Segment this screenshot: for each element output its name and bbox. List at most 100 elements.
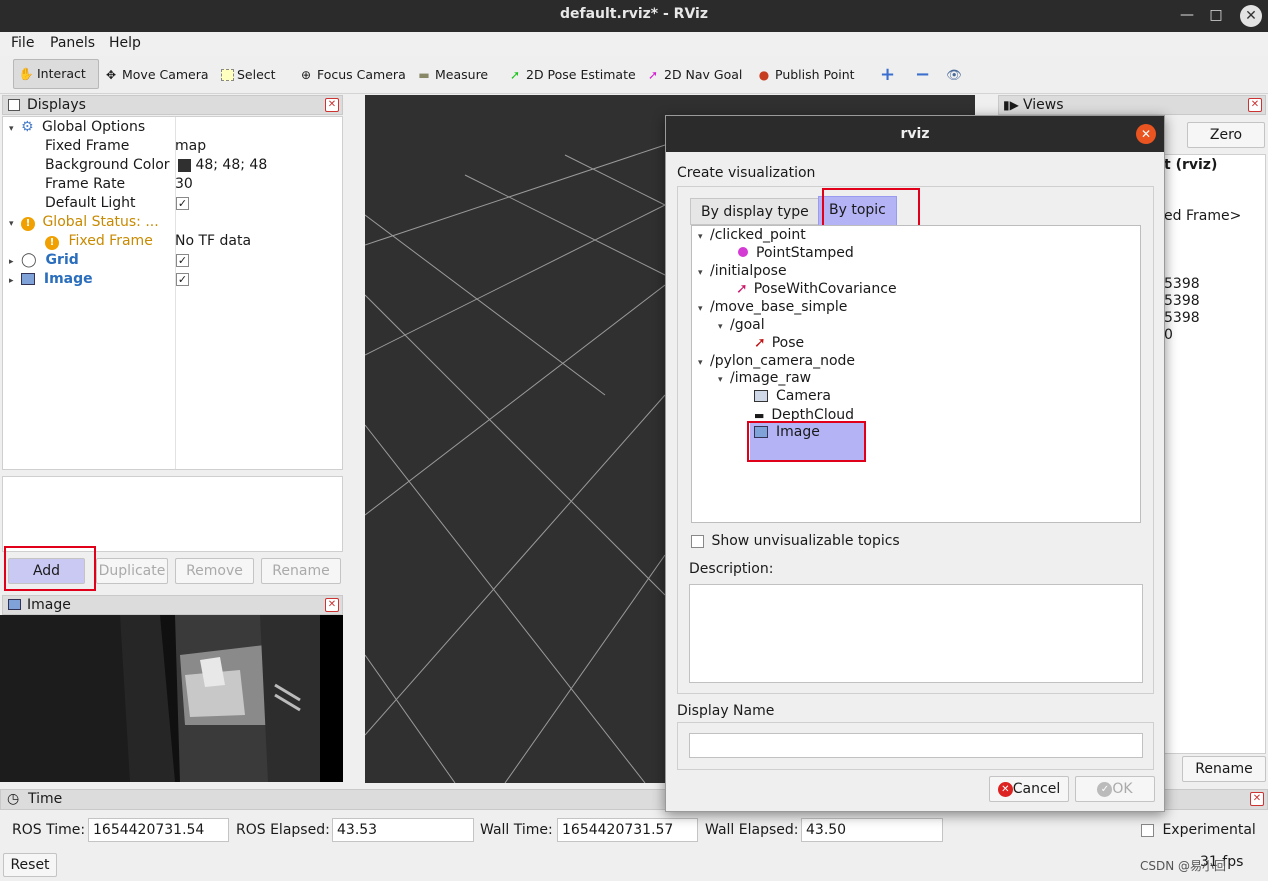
pose-covariance-icon: ➚ [736, 281, 748, 297]
maximize-icon[interactable]: □ [1204, 4, 1228, 26]
menu-file[interactable]: File [11, 35, 34, 51]
wall-time-field[interactable]: 1654420731.57 [557, 818, 698, 842]
topic-pylon-camera-node[interactable]: ▾/pylon_camera_node [698, 352, 855, 370]
toolbar: ✋ Interact ✥ Move Camera Select ⊕ Focus Cam… [0, 56, 1268, 94]
global-status-row[interactable]: ▾! Global Status: ... [9, 213, 159, 232]
topic-move-base-simple[interactable]: ▾/move_base_simple [698, 298, 847, 316]
window-close-icon[interactable]: ✕ [1240, 5, 1262, 27]
ros-time-label: ROS Time: [12, 822, 86, 838]
pink-arrow-icon: ➚ [647, 68, 659, 82]
add-button[interactable]: Add [8, 558, 85, 584]
global-status-label: Global Status: ... [42, 214, 159, 230]
move-camera-label: Move Camera [122, 67, 209, 82]
zero-button[interactable]: Zero [1187, 122, 1265, 148]
experimental-checkbox[interactable]: Experimental [1141, 822, 1256, 838]
topic-goal[interactable]: ▾/goal [718, 316, 765, 334]
wall-elapsed-label: Wall Elapsed: [705, 822, 799, 838]
publish-point-label: Publish Point [775, 67, 855, 82]
window-titlebar: default.rviz* - RViz — □ ✕ [0, 0, 1268, 32]
grid-row[interactable]: ▸ ◯ Grid [9, 251, 79, 270]
views-panel-header: ▮▶ Views ✕ [998, 95, 1266, 115]
time-close-icon[interactable]: ✕ [1250, 792, 1264, 806]
add-tool-icon[interactable]: + [880, 64, 895, 86]
display-image-selected[interactable]: Image [750, 423, 864, 461]
image-panel-close-icon[interactable]: ✕ [325, 598, 339, 612]
remove-tool-icon[interactable]: − [915, 64, 930, 86]
display-depthcloud[interactable]: ▬ DepthCloud [754, 406, 854, 424]
nav-goal-button[interactable]: ➚ 2D Nav Goal [645, 64, 742, 86]
grid-label: Grid [45, 252, 79, 268]
views-close-icon[interactable]: ✕ [1248, 98, 1262, 112]
duplicate-button[interactable]: Duplicate [96, 558, 168, 584]
wall-elapsed-field[interactable]: 43.50 [801, 818, 943, 842]
views-value-2: 5398 [1164, 293, 1200, 309]
display-posewithcovariance[interactable]: ➚ PoseWithCovariance [736, 280, 897, 298]
display-camera[interactable]: Camera [754, 387, 831, 405]
interact-label: Interact [37, 66, 86, 81]
rename-button[interactable]: Rename [261, 558, 341, 584]
color-swatch [178, 158, 191, 172]
image-label: Image [43, 271, 93, 287]
pose-arrow-icon: ➚ [754, 335, 766, 351]
publish-point-button[interactable]: ● Publish Point [756, 64, 855, 86]
map-pin-icon: ● [758, 68, 770, 82]
background-color-text: 48; 48; 48 [195, 157, 268, 173]
minimize-icon[interactable]: — [1175, 4, 1199, 26]
show-unvisualizable-label: Show unvisualizable topics [711, 533, 900, 549]
topic-image-raw[interactable]: ▾/image_raw [718, 369, 811, 387]
displays-title: Displays [27, 97, 86, 113]
dialog-close-icon[interactable]: ✕ [1136, 124, 1156, 144]
menu-panels[interactable]: Panels [50, 35, 95, 51]
move-camera-button[interactable]: ✥ Move Camera [103, 64, 209, 86]
displays-close-icon[interactable]: ✕ [325, 98, 339, 112]
grid-icon: ◯ [21, 252, 37, 268]
fixed-frame-label: Fixed Frame [45, 138, 130, 154]
eye-icon[interactable]: 👁 [946, 64, 962, 86]
ros-elapsed-field[interactable]: 43.53 [332, 818, 474, 842]
focus-camera-button[interactable]: ⊕ Focus Camera [298, 64, 406, 86]
views-value-4: 0 [1164, 327, 1173, 343]
display-name-label: Display Name [677, 703, 775, 719]
interact-tool-button[interactable]: ✋ Interact [13, 59, 99, 89]
displays-tree: ▾ ⚙ Global Options Fixed Frame map Backgr… [2, 116, 343, 470]
display-description-area [2, 476, 343, 552]
topic-tree: ▾/clicked_point PointStamped ▾/initialpo… [691, 225, 1141, 523]
displays-panel-header: Displays ✕ [2, 95, 343, 115]
image-display-icon [754, 426, 768, 438]
fixed-frame-value[interactable]: map [175, 137, 206, 156]
display-name-input[interactable] [689, 733, 1143, 758]
cancel-icon: ✕ [997, 781, 1013, 797]
menu-help[interactable]: Help [109, 35, 141, 51]
tab-by-display-type[interactable]: By display type [690, 198, 820, 225]
views-title: Views [1023, 97, 1064, 113]
global-options-row[interactable]: ▾ ⚙ Global Options [9, 118, 145, 137]
dialog-title: rviz [666, 116, 1164, 152]
display-pose[interactable]: ➚ Pose [754, 334, 804, 352]
tab-by-topic[interactable]: By topic [818, 196, 897, 226]
grid-checkbox[interactable]: ✓ [176, 251, 189, 270]
ok-button[interactable]: ✓ OK [1075, 776, 1155, 802]
views-rename-button[interactable]: Rename [1182, 756, 1266, 782]
topic-clicked-point[interactable]: ▾/clicked_point [698, 226, 806, 244]
topic-initialpose[interactable]: ▾/initialpose [698, 262, 787, 280]
measure-label: Measure [435, 67, 489, 82]
experimental-label: Experimental [1162, 822, 1256, 838]
background-color-value[interactable]: 48; 48; 48 [178, 156, 267, 175]
status-fixed-frame-value: No TF data [175, 233, 252, 249]
background-color-label: Background Color [45, 157, 170, 173]
select-button[interactable]: Select [221, 64, 276, 86]
image-row[interactable]: ▸ Image [9, 270, 93, 289]
remove-button[interactable]: Remove [175, 558, 254, 584]
pose-estimate-button[interactable]: ➚ 2D Pose Estimate [507, 64, 636, 86]
cancel-button[interactable]: ✕ Cancel [989, 776, 1069, 802]
measure-button[interactable]: ▬ Measure [416, 64, 488, 86]
ros-time-field[interactable]: 1654420731.54 [88, 818, 229, 842]
move-camera-icon: ✥ [105, 68, 117, 82]
watermark: CSDN @易小回 [1140, 859, 1227, 873]
display-pointstamped[interactable]: PointStamped [738, 244, 854, 262]
reset-button[interactable]: Reset [3, 853, 57, 877]
default-light-checkbox[interactable]: ✓ [176, 194, 189, 213]
frame-rate-value[interactable]: 30 [175, 175, 193, 194]
show-unvisualizable-checkbox[interactable]: Show unvisualizable topics [691, 533, 900, 549]
image-checkbox[interactable]: ✓ [176, 270, 189, 289]
